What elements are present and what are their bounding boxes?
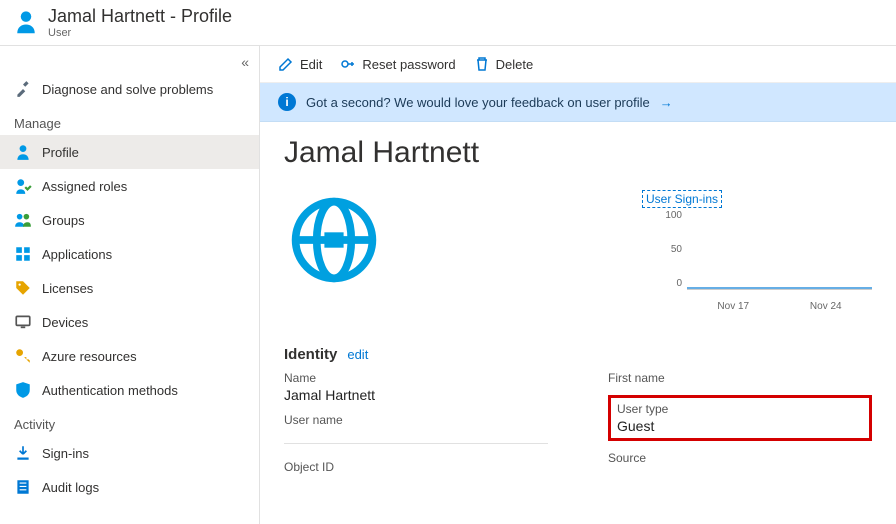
chart-ytick: 50	[652, 244, 682, 255]
sidebar-item-audit-logs[interactable]: Audit logs	[0, 470, 259, 504]
field-label: First name	[608, 371, 872, 385]
sidebar-item-applications[interactable]: Applications	[0, 237, 259, 271]
chart-plot	[687, 214, 872, 290]
chart-xtick: Nov 24	[810, 301, 842, 312]
sidebar-item-label: Profile	[42, 145, 79, 160]
shield-icon	[14, 381, 32, 399]
field-firstname: First name	[608, 371, 872, 385]
identity-section-title: Identity	[284, 346, 337, 363]
page-header: Jamal Hartnett - Profile User	[0, 0, 896, 46]
person-check-icon	[14, 177, 32, 195]
wrench-icon	[14, 80, 32, 98]
sidebar-item-profile[interactable]: Profile	[0, 135, 259, 169]
sidebar-item-label: Groups	[42, 213, 85, 228]
sidebar-item-assigned-roles[interactable]: Assigned roles	[0, 169, 259, 203]
sidebar-item-label: Devices	[42, 315, 88, 330]
field-label: User type	[617, 402, 863, 416]
pencil-icon	[278, 56, 294, 72]
page-title: Jamal Hartnett - Profile	[48, 6, 232, 27]
chart-ytick: 100	[652, 210, 682, 221]
sidebar-item-label: Authentication methods	[42, 383, 178, 398]
edit-button[interactable]: Edit	[278, 56, 322, 72]
field-username: User name	[284, 413, 548, 427]
main-content: Edit Reset password Delete i Got a secon…	[260, 46, 896, 524]
sidebar-item-label: Licenses	[42, 281, 93, 296]
section-manage: Manage	[0, 106, 259, 135]
trash-icon	[474, 56, 490, 72]
log-icon	[14, 478, 32, 496]
sidebar-item-label: Audit logs	[42, 480, 99, 495]
field-label: Source	[608, 451, 872, 465]
field-label: Name	[284, 371, 548, 385]
people-icon	[14, 211, 32, 229]
usertype-highlight: User type Guest	[608, 395, 872, 441]
field-name: Name Jamal Hartnett	[284, 371, 548, 403]
reset-label: Reset password	[362, 57, 455, 72]
field-source: Source	[608, 451, 872, 465]
diagnose-link[interactable]: Diagnose and solve problems	[0, 72, 259, 106]
sidebar-item-label: Azure resources	[42, 349, 137, 364]
field-objectid: Object ID	[284, 460, 548, 474]
section-activity: Activity	[0, 407, 259, 436]
chart-title: User Sign-ins	[642, 190, 722, 208]
profile-picture-globe	[284, 190, 384, 290]
field-label: User name	[284, 413, 548, 427]
chart-ytick: 0	[652, 278, 682, 289]
profile-display-name: Jamal Hartnett	[284, 136, 872, 170]
device-icon	[14, 313, 32, 331]
divider	[284, 443, 548, 444]
sidebar-item-auth-methods[interactable]: Authentication methods	[0, 373, 259, 407]
sidebar-item-signins[interactable]: Sign-ins	[0, 436, 259, 470]
arrow-right-icon: →	[660, 95, 673, 110]
diagnose-label: Diagnose and solve problems	[42, 82, 213, 97]
person-icon	[14, 143, 32, 161]
user-avatar-icon	[12, 7, 40, 38]
field-usertype: User type Guest	[617, 402, 863, 434]
signin-icon	[14, 444, 32, 462]
feedback-banner[interactable]: i Got a second? We would love your feedb…	[260, 83, 896, 122]
signins-chart[interactable]: User Sign-ins 100 50 0 Nov 17 Nov 24	[642, 190, 872, 312]
sidebar-item-devices[interactable]: Devices	[0, 305, 259, 339]
field-value: Guest	[617, 418, 863, 434]
field-label: Object ID	[284, 460, 548, 474]
key-reset-icon	[340, 56, 356, 72]
collapse-sidebar-button[interactable]: «	[0, 52, 259, 72]
delete-button[interactable]: Delete	[474, 56, 534, 72]
page-subtitle: User	[48, 27, 232, 39]
sidebar: « Diagnose and solve problems Manage Pro…	[0, 46, 260, 524]
sidebar-item-label: Assigned roles	[42, 179, 127, 194]
sidebar-item-azure-resources[interactable]: Azure resources	[0, 339, 259, 373]
sidebar-item-groups[interactable]: Groups	[0, 203, 259, 237]
sidebar-item-label: Applications	[42, 247, 112, 262]
info-icon: i	[278, 93, 296, 111]
apps-icon	[14, 245, 32, 263]
reset-password-button[interactable]: Reset password	[340, 56, 455, 72]
edit-label: Edit	[300, 57, 322, 72]
sidebar-item-licenses[interactable]: Licenses	[0, 271, 259, 305]
toolbar: Edit Reset password Delete	[260, 46, 896, 83]
delete-label: Delete	[496, 57, 534, 72]
tag-icon	[14, 279, 32, 297]
field-value: Jamal Hartnett	[284, 387, 548, 403]
chart-xtick: Nov 17	[717, 301, 749, 312]
banner-text: Got a second? We would love your feedbac…	[306, 95, 650, 110]
key-icon	[14, 347, 32, 365]
sidebar-item-label: Sign-ins	[42, 446, 89, 461]
identity-edit-link[interactable]: edit	[347, 347, 368, 362]
